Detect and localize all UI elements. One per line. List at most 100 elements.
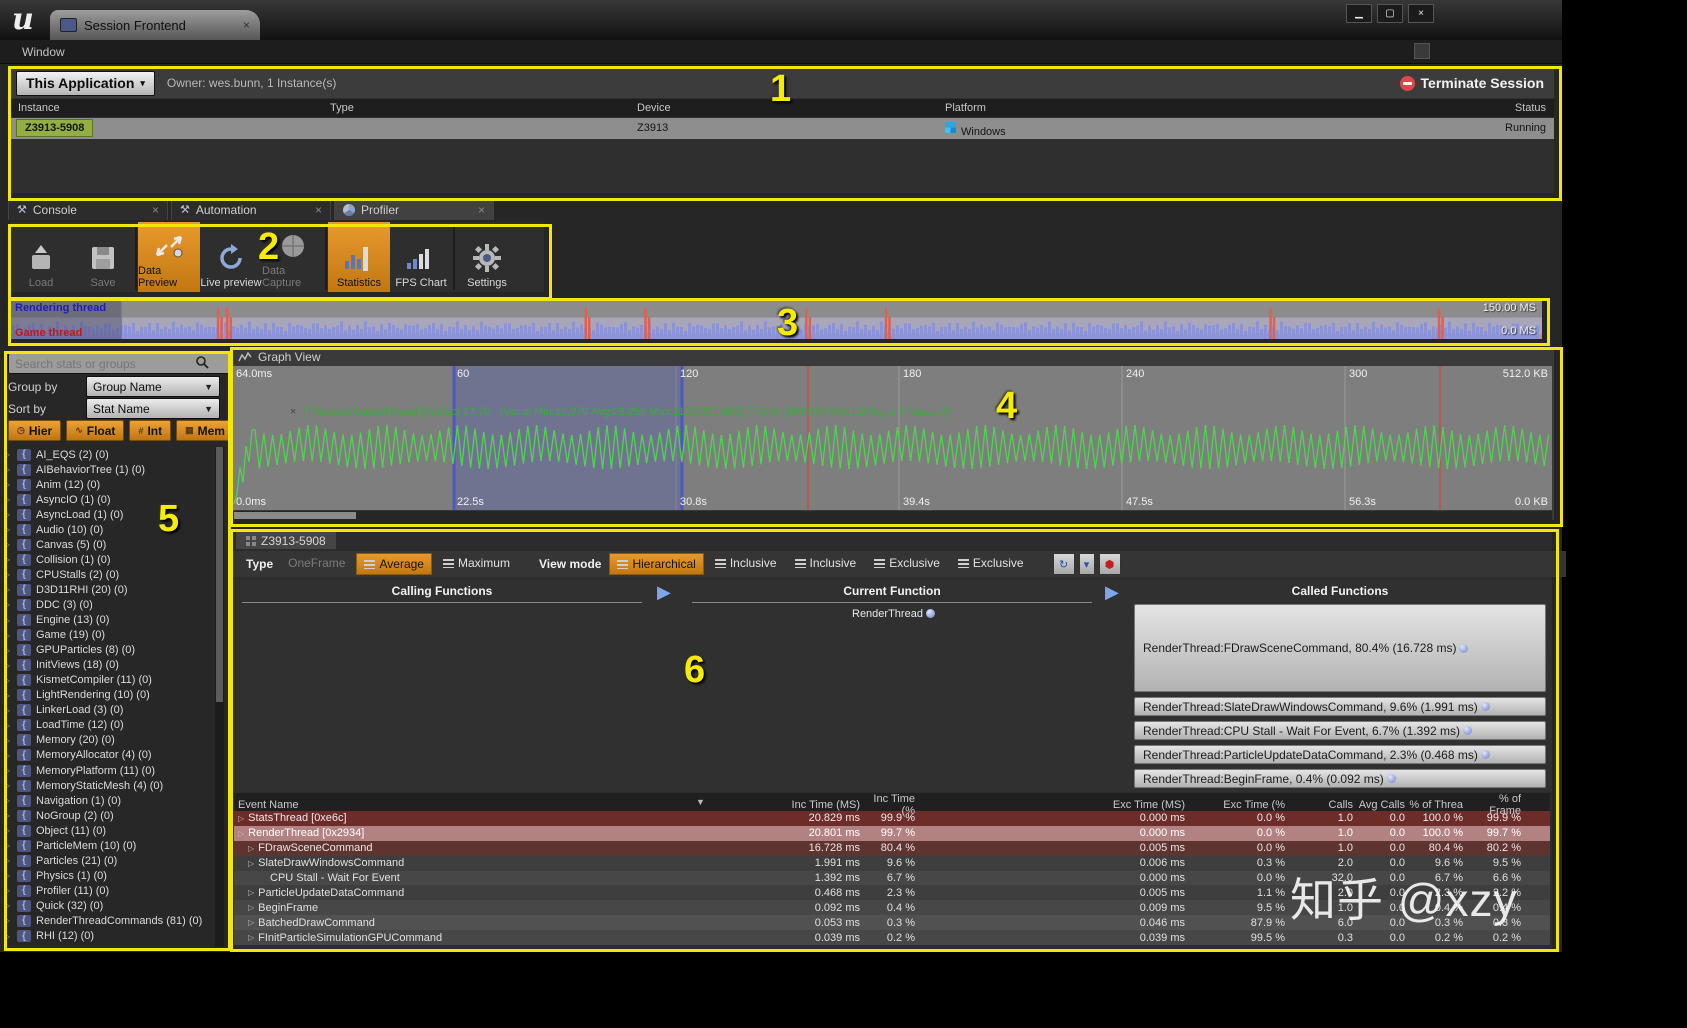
session-instance-row[interactable]: Z3913-5908 Z3913 Windows Running — [10, 118, 1554, 139]
forward-arrow-icon[interactable]: ▶ — [1105, 582, 1119, 603]
view-hierarchical-button[interactable]: Hierarchical — [609, 553, 703, 575]
expand-arrow-icon[interactable]: ▷ — [4, 676, 12, 685]
stat-group-item[interactable]: ▷{Object (11) (0) — [4, 823, 210, 838]
expand-arrow-icon[interactable]: ▷ — [4, 631, 12, 640]
stat-group-item[interactable]: ▷{MemoryStaticMesh (4) (0) — [4, 778, 210, 793]
col-status[interactable]: Status — [1515, 102, 1546, 114]
event-row-renderthread-0x2934[interactable]: ▷RenderThread [0x2934]20.801 ms99.7 %0.0… — [234, 826, 1550, 841]
stat-group-item[interactable]: ▷{Canvas (5) (0) — [4, 537, 210, 552]
stat-group-item[interactable]: ▷{LoadTime (12) (0) — [4, 718, 210, 733]
tab-close-icon[interactable]: × — [243, 18, 250, 32]
stat-group-item[interactable]: ▷{Anim (12) (0) — [4, 477, 210, 492]
expand-arrow-icon[interactable]: ▷ — [4, 555, 12, 564]
maximize-icon[interactable]: ▢ — [1377, 4, 1403, 23]
forward-arrow-icon[interactable]: ▶ — [657, 582, 671, 603]
stat-group-item[interactable]: ▷{Profiler (11) (0) — [4, 883, 210, 898]
tab-close-icon[interactable]: × — [315, 203, 322, 217]
toolbar-button-live-preview[interactable]: Live preview — [200, 222, 262, 292]
expand-arrow-icon[interactable]: ▷ — [248, 903, 254, 912]
stat-group-item[interactable]: ▷{LightRendering (10) (0) — [4, 688, 210, 703]
expand-arrow-icon[interactable]: ▷ — [248, 888, 254, 897]
stat-group-item[interactable]: ▷{Particles (21) (0) — [4, 853, 210, 868]
view-inclusive-button[interactable]: Inclusive — [708, 553, 784, 573]
sidebar-scrollbar[interactable] — [215, 447, 224, 947]
stat-group-item[interactable]: ▷{Engine (13) (0) — [4, 613, 210, 628]
expand-arrow-icon[interactable]: ▷ — [4, 886, 12, 895]
expand-arrow-icon[interactable]: ▷ — [4, 706, 12, 715]
stat-group-item[interactable]: ▷{AIBehaviorTree (1) (0) — [4, 462, 210, 477]
toolbar-button-statistics[interactable]: Statistics — [328, 222, 390, 292]
called-function-box[interactable]: RenderThread:BeginFrame, 0.4% (0.092 ms) — [1134, 769, 1546, 788]
called-function-box[interactable]: RenderThread:CPU Stall - Wait For Event,… — [1134, 721, 1546, 740]
called-function-box[interactable]: RenderThread:FDrawSceneCommand, 80.4% (1… — [1134, 604, 1546, 692]
tab-profiler[interactable]: Profiler × — [334, 198, 494, 220]
stat-group-item[interactable]: ▷{Game (19) (0) — [4, 628, 210, 643]
stat-group-item[interactable]: ▷{CPUStalls (2) (0) — [4, 567, 210, 582]
toolbar-button-fps-chart[interactable]: FPS Chart — [390, 222, 452, 292]
stat-group-item[interactable]: ▷{Memory (20) (0) — [4, 733, 210, 748]
sort-by-dropdown[interactable]: Stat Name ▼ — [86, 398, 220, 419]
toolbar-button-data-preview[interactable]: Data Preview — [138, 222, 200, 292]
tab-console[interactable]: ⚒ Console × — [8, 198, 168, 220]
view-inclusive-button[interactable]: Inclusive — [788, 553, 864, 573]
expand-arrow-icon[interactable]: ▷ — [4, 525, 12, 534]
expand-arrow-icon[interactable]: ▷ — [238, 829, 244, 838]
expand-arrow-icon[interactable]: ▷ — [4, 691, 12, 700]
close-icon[interactable]: × — [1408, 4, 1434, 23]
scrollbar-thumb[interactable] — [216, 447, 223, 702]
expand-arrow-icon[interactable]: ▷ — [4, 826, 12, 835]
expand-arrow-icon[interactable]: ▷ — [4, 450, 12, 459]
expand-arrow-icon[interactable]: ▷ — [4, 616, 12, 625]
type-maximum-button[interactable]: Maximum — [436, 553, 517, 573]
session-frontend-tab[interactable]: Session Frontend × — [50, 10, 260, 40]
stat-group-item[interactable]: ▷{DDC (3) (0) — [4, 597, 210, 612]
expand-arrow-icon[interactable]: ▷ — [248, 918, 254, 927]
stat-group-item[interactable]: ▷{GPUParticles (8) (0) — [4, 643, 210, 658]
event-row-beginframe[interactable]: ▷BeginFrame0.092 ms0.4 %0.009 ms9.5 %1.0… — [234, 900, 1550, 915]
expand-arrow-icon[interactable]: ▷ — [4, 661, 12, 670]
stat-group-item[interactable]: ▷{NoGroup (2) (0) — [4, 808, 210, 823]
expand-arrow-icon[interactable]: ▷ — [4, 841, 12, 850]
event-row-fdrawscenecommand[interactable]: ▷FDrawSceneCommand16.728 ms80.4 %0.005 m… — [234, 841, 1550, 856]
event-table-header[interactable]: Event NameInc Time (MS) Inc Time (% Exc … — [234, 793, 1550, 811]
minimize-icon[interactable]: ▁ — [1346, 4, 1372, 23]
view-exclusive-button[interactable]: Exclusive — [951, 553, 1031, 573]
col-device[interactable]: Device — [637, 102, 671, 114]
toolbar-button-load[interactable]: Load — [10, 222, 72, 292]
stat-group-item[interactable]: ▷{ParticleMem (10) (0) — [4, 838, 210, 853]
stat-group-item[interactable]: ▷{MemoryAllocator (4) (0) — [4, 748, 210, 763]
stat-group-item[interactable]: ▷{RHI (12) (0) — [4, 929, 210, 944]
toolbar-button-data-capture[interactable]: Data Capture — [262, 222, 324, 292]
stat-group-item[interactable]: ▷{Quick (32) (0) — [4, 898, 210, 913]
menu-window[interactable]: Window — [22, 45, 65, 59]
legend-remove-icon[interactable]: × — [290, 406, 296, 418]
stat-group-item[interactable]: ▷{MemoryPlatform (11) (0) — [4, 763, 210, 778]
filter-button-mem[interactable]: ▦Mem — [176, 420, 234, 441]
expand-arrow-icon[interactable]: ▷ — [4, 796, 12, 805]
expand-arrow-icon[interactable]: ▷ — [4, 871, 12, 880]
expand-arrow-icon[interactable]: ▷ — [4, 916, 12, 925]
expand-arrow-icon[interactable]: ▷ — [4, 465, 12, 474]
expand-arrow-icon[interactable]: ▷ — [4, 721, 12, 730]
expand-arrow-icon[interactable]: ▷ — [238, 814, 244, 823]
expand-arrow-icon[interactable]: ▷ — [4, 600, 12, 609]
stat-group-item[interactable]: ▷{InitViews (18) (0) — [4, 658, 210, 673]
stat-group-item[interactable]: ▷{D3D11RHI (20) (0) — [4, 582, 210, 597]
expand-arrow-icon[interactable]: ▷ — [248, 859, 254, 868]
tab-automation[interactable]: ⚒ Automation × — [171, 198, 331, 220]
expand-arrow-icon[interactable]: ▷ — [4, 585, 12, 594]
graph-series-legend[interactable]: ×(Threads) GameThread [0x2fac] 17.70 - (… — [290, 406, 951, 418]
expand-arrow-icon[interactable]: ▷ — [4, 811, 12, 820]
stat-group-item[interactable]: ▷{RenderThreadCommands (81) (0) — [4, 913, 210, 928]
tab-close-icon[interactable]: × — [478, 203, 485, 217]
called-function-box[interactable]: RenderThread:ParticleUpdateDataCommand, … — [1134, 745, 1546, 764]
expand-arrow-icon[interactable]: ▷ — [4, 495, 12, 504]
expand-arrow-icon[interactable]: ▷ — [248, 933, 254, 942]
expand-arrow-icon[interactable]: ▷ — [4, 766, 12, 775]
stat-group-item[interactable]: ▷{KismetCompiler (11) (0) — [4, 673, 210, 688]
thread-overview-graph[interactable]: Rendering thread Game thread 150.00 MS 0… — [10, 300, 1542, 339]
event-row-batcheddrawcommand[interactable]: ▷BatchedDrawCommand0.053 ms0.3 %0.046 ms… — [234, 915, 1550, 930]
stat-group-item[interactable]: ▷{LinkerLoad (3) (0) — [4, 703, 210, 718]
expand-arrow-icon[interactable]: ▷ — [4, 646, 12, 655]
tab-close-icon[interactable]: × — [152, 203, 159, 217]
